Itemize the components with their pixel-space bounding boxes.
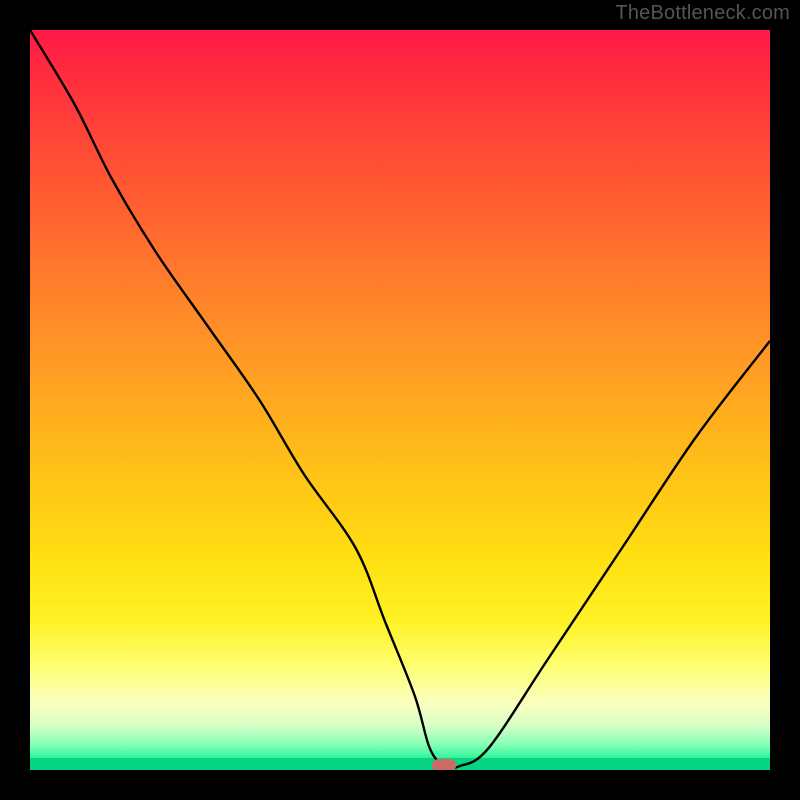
optimal-point-marker (432, 759, 456, 770)
watermark-text: TheBottleneck.com (615, 2, 790, 25)
plot-area (30, 30, 770, 770)
bottleneck-curve (30, 30, 770, 770)
chart-stage: TheBottleneck.com (0, 0, 800, 800)
curve-path (30, 30, 770, 769)
